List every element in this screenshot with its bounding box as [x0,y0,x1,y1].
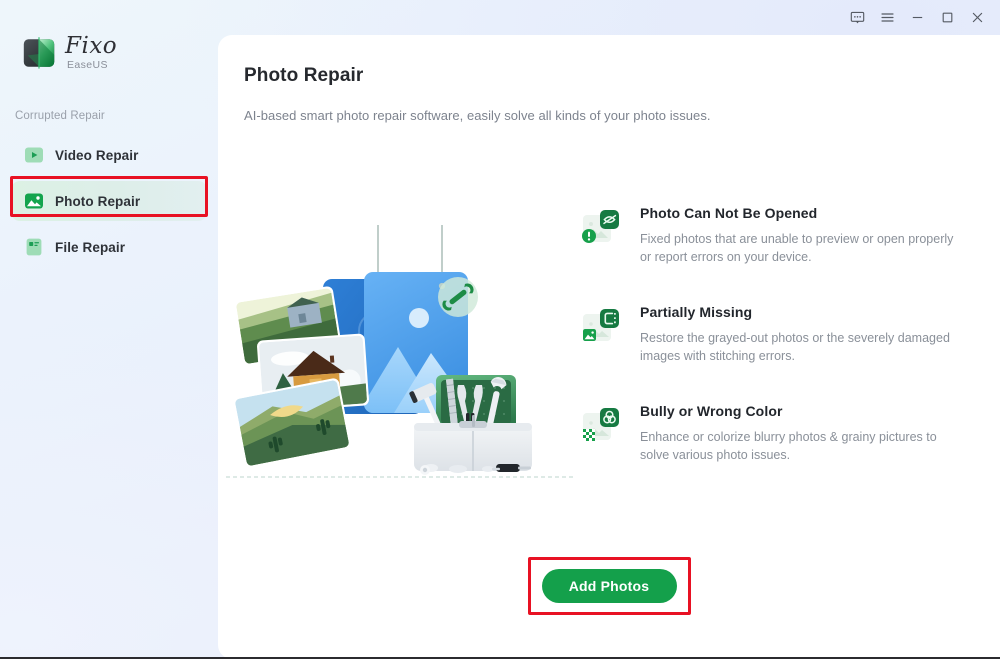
feedback-icon[interactable] [842,5,872,31]
title-bar [0,0,1000,35]
nav-group-label: Corrupted Repair [15,110,105,122]
feature-desc: Restore the grayed-out photos or the sev… [640,331,950,363]
brand-text: Fixo EaseUS [65,35,117,72]
menu-icon[interactable] [872,5,902,31]
photo-not-opened-icon [582,210,619,243]
feature-list: Photo Can Not Be Opened Fixed photos tha… [581,205,981,502]
minimize-icon[interactable] [902,5,932,31]
partially-missing-icon [583,309,619,341]
brand-sub: EaseUS [67,59,108,71]
wrong-color-icon [583,408,619,441]
cta-highlight-annotation: Add Photos [527,557,691,615]
feature-item: Partially Missing Restore the grayed-out… [581,304,981,365]
file-repair-icon [26,238,42,256]
video-repair-icon [25,147,43,163]
main-content-panel: Photo Repair AI-based smart photo repair… [218,35,1000,657]
app-window: Fixo EaseUS Corrupted Repair Video Repai… [0,0,1000,659]
sidebar-item-label: File Repair [55,239,126,255]
sidebar-item-label: Video Repair [55,147,139,163]
feature-desc: Fixed photos that are unable to preview … [640,232,954,264]
brand-logo: Fixo EaseUS [20,34,117,72]
sidebar-item-video-repair[interactable]: Video Repair [11,135,207,175]
nav-list: Video Repair Photo Repair File Repair [11,135,207,273]
feature-text: Photo Can Not Be Opened Fixed photos tha… [640,205,962,266]
add-photos-button[interactable]: Add Photos [541,569,677,603]
page-title: Photo Repair [244,65,364,86]
feature-desc: Enhance or colorize blurry photos & grai… [640,430,937,462]
close-icon[interactable] [962,5,992,31]
cta-area: Add Photos [218,557,1000,615]
feature-item: Photo Can Not Be Opened Fixed photos tha… [581,205,981,266]
fixo-logo-icon [23,37,55,69]
sidebar: Fixo EaseUS Corrupted Repair Video Repai… [0,0,218,657]
sidebar-item-label: Photo Repair [55,193,141,209]
feature-text: Partially Missing Restore the grayed-out… [640,304,962,365]
feature-item: Bully or Wrong Color Enhance or colorize… [581,403,981,464]
photo-repair-illustration [226,225,576,478]
feature-title: Partially Missing [640,304,753,320]
checkerboard-pattern [583,429,595,441]
sidebar-item-photo-repair[interactable]: Photo Repair [11,181,207,221]
maximize-icon[interactable] [932,5,962,31]
feature-title: Photo Can Not Be Opened [640,205,818,221]
feature-title: Bully or Wrong Color [640,403,783,419]
sidebar-item-file-repair[interactable]: File Repair [11,227,207,267]
photo-repair-icon [25,193,43,209]
brand-name: Fixo [65,33,118,59]
feature-text: Bully or Wrong Color Enhance or colorize… [640,403,962,464]
page-subtitle: AI-based smart photo repair software, ea… [244,108,711,123]
